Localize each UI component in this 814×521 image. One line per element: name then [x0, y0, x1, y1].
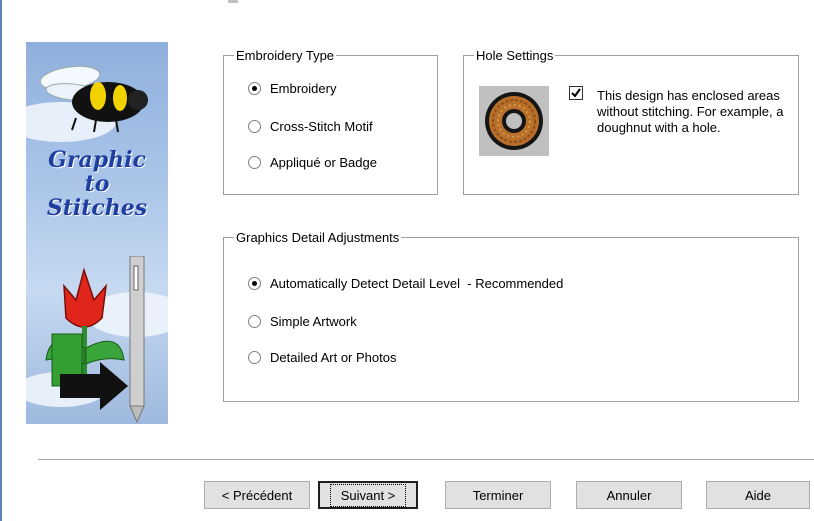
detail-adjustments-legend: Graphics Detail Adjustments [236, 230, 400, 245]
radio-cross-stitch-motif[interactable]: Cross-Stitch Motif [248, 119, 373, 134]
radio-label: Embroidery [270, 81, 337, 96]
radio-label: Automatically Detect Detail Level - Reco… [270, 276, 564, 291]
radio-label: Simple Artwork [270, 314, 357, 329]
hole-settings-description: This design has enclosed areas without s… [597, 88, 784, 135]
radio-auto-detect-detail[interactable]: Automatically Detect Detail Level - Reco… [248, 276, 563, 291]
finish-button[interactable]: Terminer [445, 481, 551, 509]
radio-button[interactable] [248, 82, 261, 95]
embroidery-type-legend: Embroidery Type [236, 48, 335, 63]
radio-button[interactable] [248, 120, 261, 133]
back-button[interactable]: < Précédent [204, 481, 310, 509]
tulip-needle-icon [45, 256, 145, 424]
radio-simple-artwork[interactable]: Simple Artwork [248, 314, 357, 329]
radio-label: Appliqué or Badge [270, 155, 377, 170]
image-title-line-1: Graphic [48, 147, 146, 173]
next-button[interactable]: Suivant > [318, 481, 418, 509]
top-clipped-element [228, 0, 238, 3]
image-title-line-2: to [84, 171, 110, 197]
next-button-label: Suivant > [329, 483, 407, 507]
radio-button[interactable] [248, 156, 261, 169]
radio-applique-badge[interactable]: Appliqué or Badge [248, 155, 377, 170]
checkmark-icon [571, 88, 581, 98]
radio-button[interactable] [248, 351, 261, 364]
cancel-button[interactable]: Annuler [576, 481, 682, 509]
radio-button[interactable] [248, 277, 261, 290]
image-title-line-3: Stitches [46, 195, 148, 221]
bee-icon [39, 65, 148, 133]
wizard-side-image: Graphic to Stitches [26, 42, 168, 424]
radio-embroidery[interactable]: Embroidery [248, 81, 336, 96]
radio-button[interactable] [248, 315, 261, 328]
hole-settings-legend: Hole Settings [476, 48, 554, 63]
radio-detailed-art[interactable]: Detailed Art or Photos [248, 350, 396, 365]
doughnut-icon [479, 86, 549, 156]
radio-label: Detailed Art or Photos [270, 350, 397, 365]
help-button[interactable]: Aide [706, 481, 810, 509]
enclosed-areas-checkbox[interactable] [569, 86, 583, 100]
footer-separator [38, 459, 814, 461]
radio-label: Cross-Stitch Motif [270, 119, 373, 134]
window-left-border [0, 0, 2, 521]
